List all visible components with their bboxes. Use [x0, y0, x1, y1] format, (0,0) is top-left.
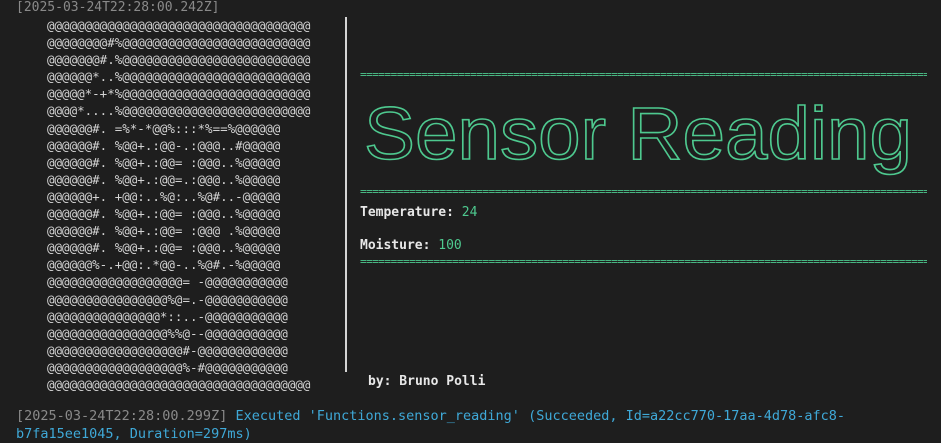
banner-title: Sensor Reading — [362, 97, 924, 185]
temperature-value: 24 — [461, 205, 478, 220]
separator-rule-bottom: ========================================… — [360, 257, 927, 266]
terminal-output: [2025-03-24T22:28:00.242Z] @@@@@@@@@@@@@… — [0, 0, 941, 443]
top-timestamp: [2025-03-24T22:28:00.242Z] — [16, 0, 220, 15]
log-timestamp: [2025-03-24T22:28:00.299Z] — [16, 408, 228, 424]
vertical-divider — [345, 17, 347, 372]
separator-rule-top: ========================================… — [360, 70, 927, 79]
moisture-label: Moisture: — [360, 238, 431, 253]
moisture-row: Moisture: 100 — [360, 238, 462, 253]
moisture-value: 100 — [438, 238, 462, 253]
temperature-row: Temperature: 24 — [360, 205, 477, 220]
ascii-art-logo: @@@@@@@@@@@@@@@@@@@@@@@@@@@@@@@@@@@ @@@@… — [47, 18, 311, 392]
separator-rule-middle: ========================================… — [360, 187, 927, 196]
temperature-label: Temperature: — [360, 205, 454, 220]
author-credit: by: Bruno Polli — [368, 374, 486, 389]
banner-title-text: Sensor Reading — [364, 97, 912, 175]
execution-log: [2025-03-24T22:28:00.299Z] Executed 'Fun… — [16, 407, 941, 443]
